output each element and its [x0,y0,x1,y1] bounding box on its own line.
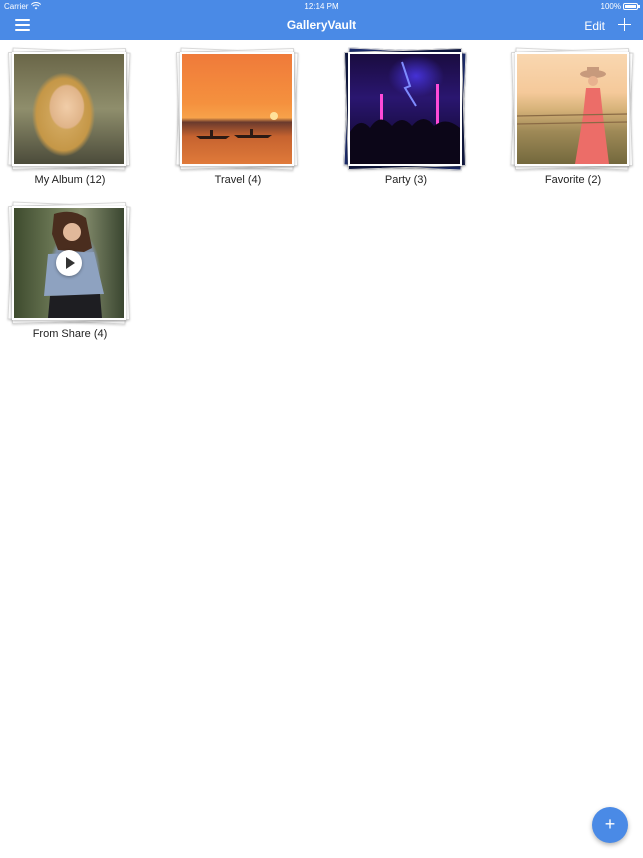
play-video-icon[interactable] [56,250,82,276]
add-floating-button[interactable]: + [592,807,628,843]
album-cover-photo [12,206,126,320]
add-album-plus-icon[interactable] [618,18,631,31]
navigation-bar: GalleryVault Edit [0,13,643,40]
album-label: Party (3) [384,174,428,186]
album-thumbnail-stack [343,47,467,171]
battery-percent: 100% [600,2,621,11]
album-party[interactable]: Party (3) [336,47,476,200]
album-travel[interactable]: Travel (4) [168,47,308,200]
album-label: Travel (4) [214,174,262,186]
status-bar: Carrier 12:14 PM 100% [0,0,643,13]
album-favorite[interactable]: Favorite (2) [503,47,643,200]
album-cover-photo [180,52,294,166]
album-thumbnail-stack [7,201,131,325]
album-cover-photo [12,52,126,166]
album-label: From Share (4) [32,328,108,340]
album-thumbnail-stack [7,47,131,171]
edit-button[interactable]: Edit [584,19,605,33]
clock: 12:14 PM [304,2,339,11]
album-label: My Album (12) [34,174,106,186]
page-title: GalleryVault [286,18,357,32]
album-cover-photo [348,52,462,166]
top-bar: Carrier 12:14 PM 100% GalleryVault Edit [0,0,643,40]
album-thumbnail-stack [510,47,634,171]
album-label: Favorite (2) [544,174,602,186]
battery-icon [623,3,640,10]
album-from-share[interactable]: From Share (4) [0,201,140,354]
album-cover-photo [515,52,629,166]
album-thumbnail-stack [175,47,299,171]
album-my-album[interactable]: My Album (12) [0,47,140,200]
